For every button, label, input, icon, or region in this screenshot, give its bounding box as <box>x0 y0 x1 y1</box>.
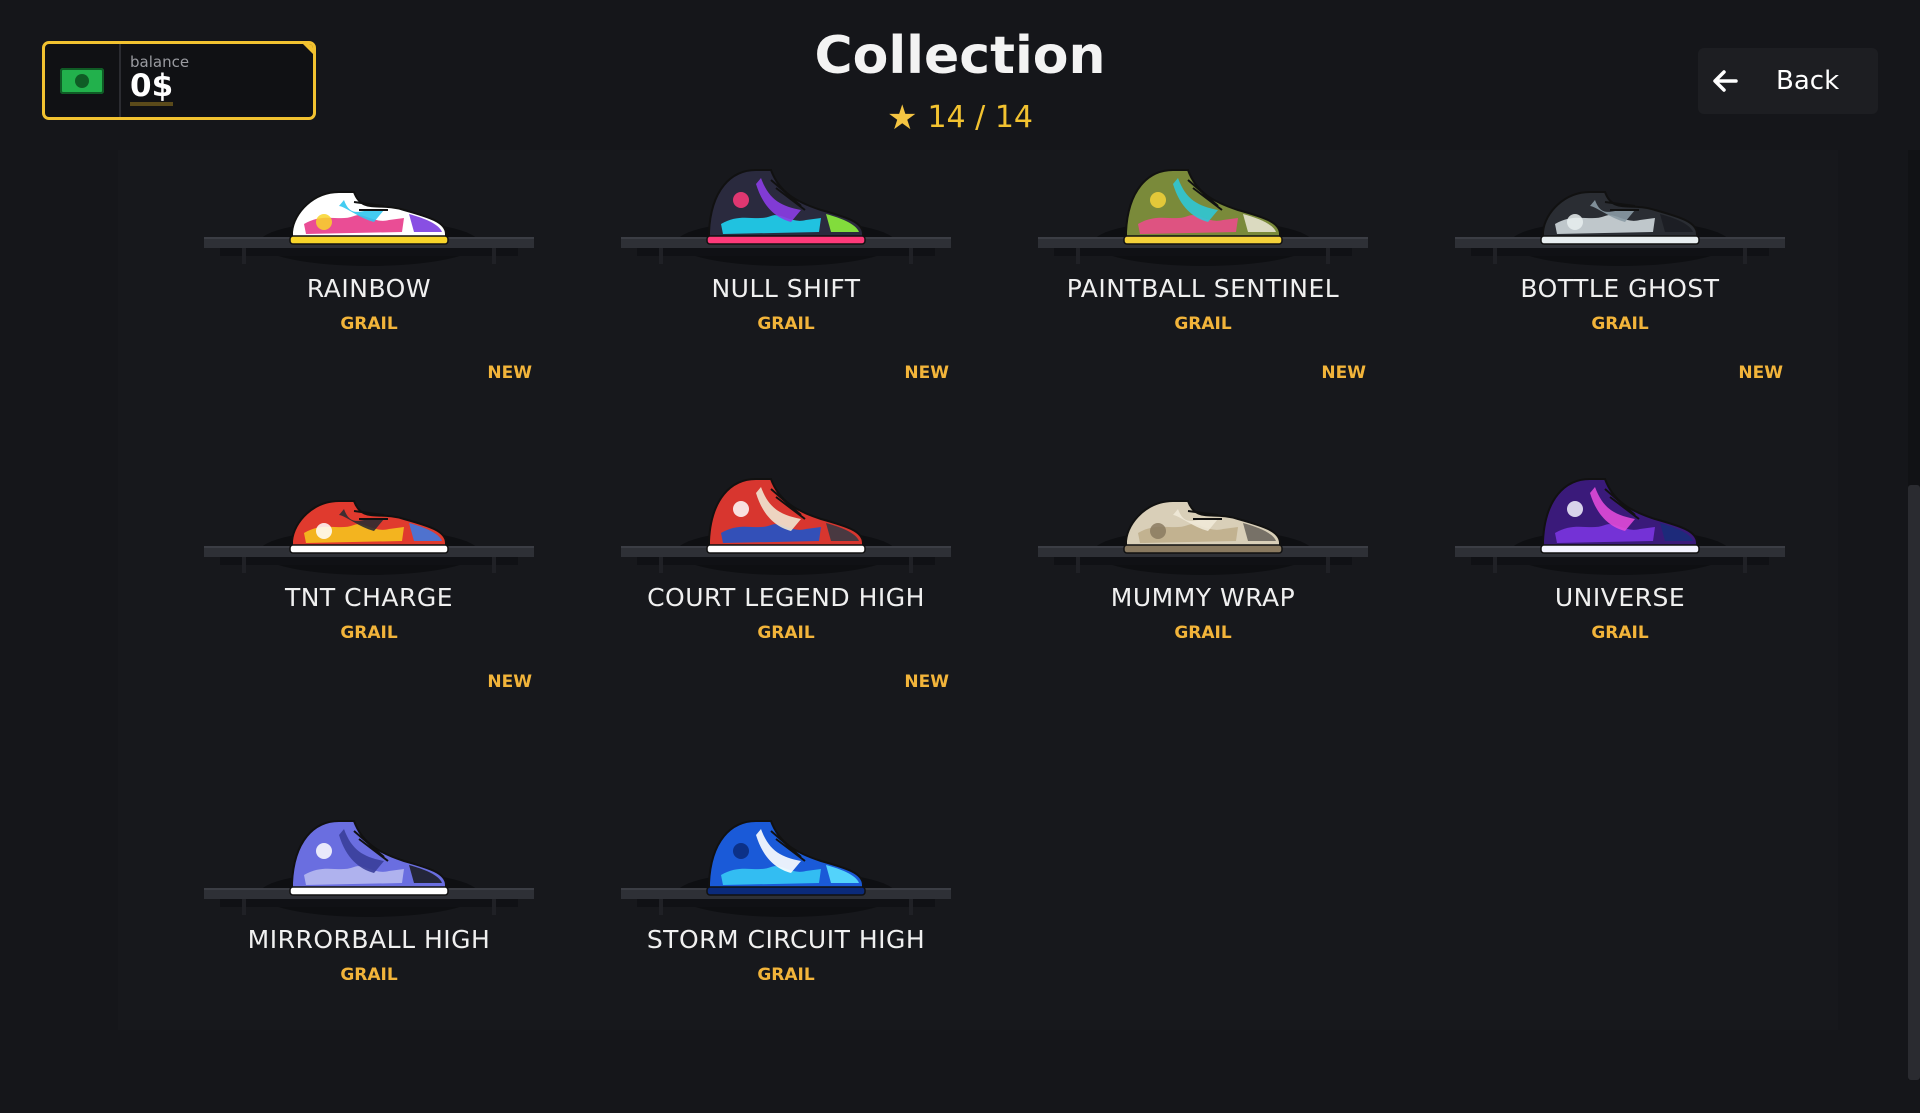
new-badge: NEW <box>1321 363 1366 383</box>
sneaker-icon <box>1540 191 1700 245</box>
shelf-peg <box>909 557 913 573</box>
shoe-name: PAINTBALL SENTINEL <box>1066 274 1340 303</box>
shelf-peg <box>1743 248 1747 264</box>
shoe-card[interactable]: MUMMY WRAP GRAIL <box>1038 471 1368 771</box>
shoe-display <box>1038 162 1368 272</box>
sneaker-icon <box>289 820 449 896</box>
shoe-name: TNT CHARGE <box>284 583 454 612</box>
shoe-card[interactable]: MIRRORBALL HIGH GRAIL <box>204 813 534 1113</box>
shoe-card[interactable]: STORM CIRCUIT HIGH GRAIL <box>621 813 951 1113</box>
shelf-peg <box>1076 248 1080 264</box>
shoe-card[interactable]: RAINBOW GRAIL NEW <box>204 162 534 462</box>
shelf-peg <box>1493 557 1497 573</box>
shelf-peg <box>909 899 913 915</box>
shoe-display <box>204 471 534 581</box>
page-title: Collection <box>814 26 1106 86</box>
shelf-peg <box>492 899 496 915</box>
progress-count: 14 / 14 <box>927 100 1033 135</box>
rarity-label: GRAIL <box>1174 623 1232 643</box>
shelf-peg <box>242 248 246 264</box>
rarity-label: GRAIL <box>757 965 815 985</box>
shoe-display <box>1455 471 1785 581</box>
shelf-peg <box>909 248 913 264</box>
shoe-card[interactable]: BOTTLE GHOST GRAIL NEW <box>1455 162 1785 462</box>
shelf-peg <box>1326 557 1330 573</box>
shelf-peg <box>659 899 663 915</box>
sneaker-icon <box>289 500 449 554</box>
star-icon: ★ <box>886 97 918 138</box>
shoe-card[interactable]: TNT CHARGE GRAIL NEW <box>204 471 534 771</box>
new-badge: NEW <box>904 363 949 383</box>
shoe-name: UNIVERSE <box>1554 583 1686 612</box>
shelf-peg <box>1326 248 1330 264</box>
rarity-label: GRAIL <box>757 623 815 643</box>
shoe-name: COURT LEGEND HIGH <box>647 583 925 612</box>
shelf-peg <box>1743 557 1747 573</box>
new-badge: NEW <box>487 363 532 383</box>
new-badge: NEW <box>1738 363 1783 383</box>
shelf-peg <box>492 248 496 264</box>
back-label: Back <box>1776 66 1840 96</box>
shoe-card[interactable]: PAINTBALL SENTINEL GRAIL NEW <box>1038 162 1368 462</box>
rarity-label: GRAIL <box>340 314 398 334</box>
shoe-display <box>621 813 951 923</box>
shelf-peg <box>242 899 246 915</box>
shoe-card[interactable]: NULL SHIFT GRAIL NEW <box>621 162 951 462</box>
shoe-display <box>621 162 951 272</box>
shoe-name: MUMMY WRAP <box>1110 583 1296 612</box>
collection-progress: ★ 14 / 14 <box>0 100 1920 135</box>
shoe-name: RAINBOW <box>306 274 432 303</box>
sneaker-icon <box>706 169 866 245</box>
new-badge: NEW <box>904 672 949 692</box>
shoe-display <box>1038 471 1368 581</box>
shelf-peg <box>659 557 663 573</box>
shoe-display <box>1455 162 1785 272</box>
shelf-peg <box>242 557 246 573</box>
shelf-peg <box>1493 248 1497 264</box>
rarity-label: GRAIL <box>340 623 398 643</box>
shoe-name: BOTTLE GHOST <box>1520 274 1720 303</box>
sneaker-icon <box>1123 500 1283 554</box>
new-badge: NEW <box>487 672 532 692</box>
sneaker-icon <box>289 191 449 245</box>
shoe-card[interactable]: COURT LEGEND HIGH GRAIL NEW <box>621 471 951 771</box>
shoe-card[interactable]: UNIVERSE GRAIL <box>1455 471 1785 771</box>
shelf-peg <box>659 248 663 264</box>
sneaker-icon <box>706 478 866 554</box>
sneaker-icon <box>1123 169 1283 245</box>
sneaker-icon <box>1540 478 1700 554</box>
rarity-label: GRAIL <box>1591 314 1649 334</box>
shoe-display <box>621 471 951 581</box>
rarity-label: GRAIL <box>1591 623 1649 643</box>
sneaker-icon <box>706 820 866 896</box>
shoe-display <box>204 162 534 272</box>
scrollbar-thumb[interactable] <box>1908 485 1920 1080</box>
arrow-left-icon <box>1713 70 1738 92</box>
shoe-name: NULL SHIFT <box>711 274 861 303</box>
shoe-name: STORM CIRCUIT HIGH <box>646 925 926 954</box>
rarity-label: GRAIL <box>1174 314 1232 334</box>
shoe-display <box>204 813 534 923</box>
back-button[interactable]: Back <box>1698 48 1878 114</box>
rarity-label: GRAIL <box>340 965 398 985</box>
shelf-peg <box>1076 557 1080 573</box>
shoe-name: MIRRORBALL HIGH <box>247 925 491 954</box>
rarity-label: GRAIL <box>757 314 815 334</box>
shelf-peg <box>492 557 496 573</box>
